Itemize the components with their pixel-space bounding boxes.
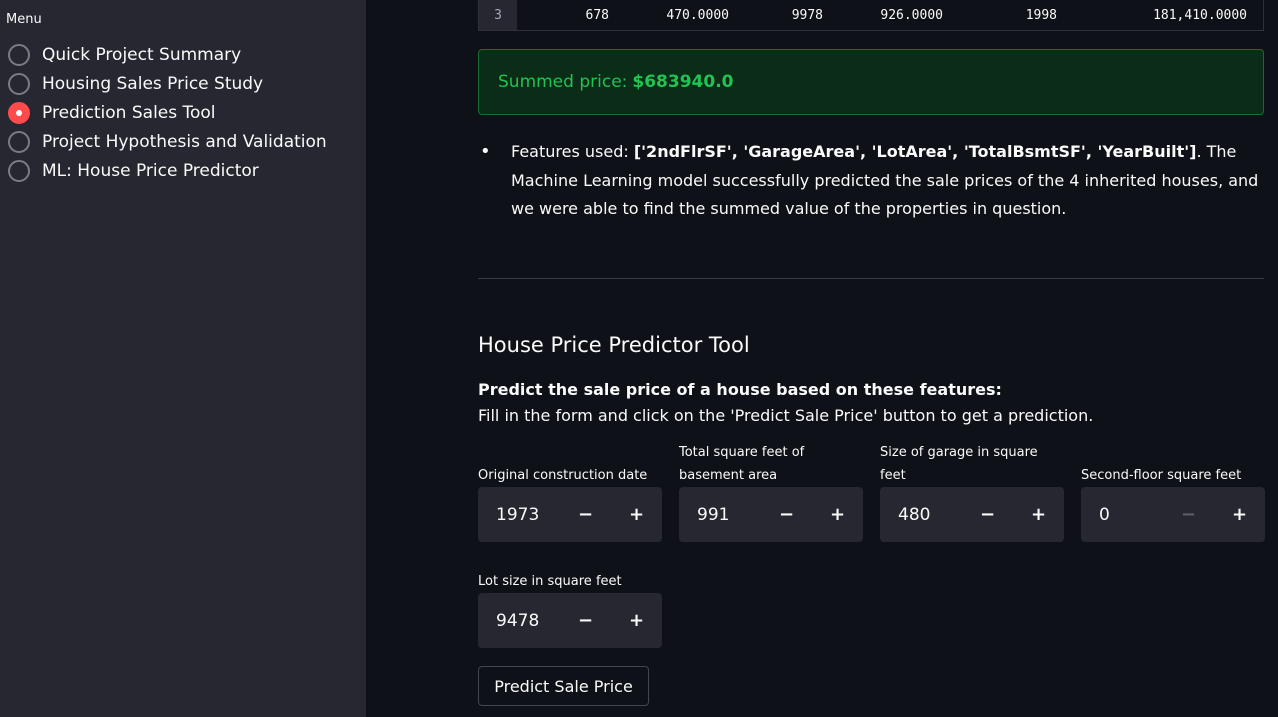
field-label: Second-floor square feet [1081, 468, 1242, 483]
field-label: Size of garage in square feet [880, 445, 1038, 483]
field-label: Total square feet of basement area [679, 445, 805, 483]
table-cell: 181,410.0000 [1153, 7, 1247, 23]
year-built-input[interactable]: 1973 [478, 505, 560, 525]
radio-icon[interactable] [8, 159, 30, 182]
menu-item-label: Prediction Sales Tool [42, 102, 216, 123]
table-cell: 1998 [1025, 7, 1057, 23]
bullet-icon: • [480, 141, 491, 162]
field-garage-area: Size of garage in square feet 480 − + [880, 441, 1064, 542]
features-note: • Features used: ['2ndFlrSF', 'GarageAre… [478, 138, 1264, 224]
radio-icon[interactable] [8, 43, 30, 66]
tool-subhead: Predict the sale price of a house based … [478, 380, 1002, 399]
features-note-text: Features used: ['2ndFlrSF', 'GarageArea'… [511, 138, 1264, 224]
menu-list: Quick Project Summary Housing Sales Pric… [8, 40, 327, 185]
menu-item-project-hypothesis[interactable]: Project Hypothesis and Validation [8, 127, 327, 156]
increment-button[interactable]: + [1214, 487, 1265, 542]
total-bsmt-sf-stepper: 991 − + [679, 487, 863, 542]
decrement-button[interactable]: − [560, 487, 611, 542]
row-index: 3 [479, 0, 517, 30]
menu-item-label: ML: House Price Predictor [42, 160, 259, 181]
decrement-button[interactable]: − [1163, 487, 1214, 542]
increment-button[interactable]: + [812, 487, 863, 542]
features-prefix: Features used: [511, 142, 629, 161]
second-floor-sf-stepper: 0 − + [1081, 487, 1265, 542]
summed-price-label: Summed price: [498, 72, 628, 92]
radio-icon[interactable] [8, 130, 30, 153]
field-total-bsmt-sf: Total square feet of basement area 991 −… [679, 441, 863, 542]
menu-title: Menu [6, 12, 42, 27]
radio-selected-icon[interactable] [8, 101, 30, 124]
summed-price-alert: Summed price: $683940.0 [478, 49, 1264, 115]
field-second-floor-sf: Second-floor square feet 0 − + [1081, 441, 1265, 542]
predict-sale-price-button[interactable]: Predict Sale Price [478, 666, 649, 706]
menu-item-ml-house-price-predictor[interactable]: ML: House Price Predictor [8, 156, 327, 185]
lot-area-input[interactable]: 9478 [478, 611, 560, 631]
menu-item-quick-project-summary[interactable]: Quick Project Summary [8, 40, 327, 69]
field-label: Lot size in square feet [478, 574, 622, 589]
features-list: ['2ndFlrSF', 'GarageArea', 'LotArea', 'T… [633, 142, 1197, 161]
tool-instructions: Fill in the form and click on the 'Predi… [478, 406, 1094, 425]
decrement-button[interactable]: − [761, 487, 812, 542]
menu-item-housing-sales-price-study[interactable]: Housing Sales Price Study [8, 69, 327, 98]
table-cell: 470.0000 [666, 7, 729, 23]
menu-item-prediction-sales-tool[interactable]: Prediction Sales Tool [8, 98, 327, 127]
decrement-button[interactable]: − [962, 487, 1013, 542]
table-row: 3 678 470.0000 9978 926.0000 1998 181,41… [478, 0, 1264, 31]
increment-button[interactable]: + [611, 593, 662, 648]
decrement-button[interactable]: − [560, 593, 611, 648]
increment-button[interactable]: + [1013, 487, 1064, 542]
summed-price-amount: $683940.0 [632, 72, 734, 92]
menu-item-label: Quick Project Summary [42, 44, 242, 65]
lot-area-stepper: 9478 − + [478, 593, 662, 648]
total-bsmt-sf-input[interactable]: 991 [679, 505, 761, 525]
tool-title: House Price Predictor Tool [478, 333, 750, 357]
garage-area-stepper: 480 − + [880, 487, 1064, 542]
menu-item-label: Housing Sales Price Study [42, 73, 264, 94]
radio-icon[interactable] [8, 72, 30, 95]
field-lot-area: Lot size in square feet 9478 − + [478, 547, 662, 648]
field-year-built: Original construction date 1973 − + [478, 441, 662, 542]
table-cell: 926.0000 [880, 7, 943, 23]
field-label: Original construction date [478, 468, 648, 483]
table-cell: 678 [585, 7, 609, 23]
garage-area-input[interactable]: 480 [880, 505, 962, 525]
second-floor-sf-input[interactable]: 0 [1081, 505, 1163, 525]
increment-button[interactable]: + [611, 487, 662, 542]
table-cell: 9978 [791, 7, 823, 23]
divider [478, 278, 1264, 279]
year-built-stepper: 1973 − + [478, 487, 662, 542]
sidebar: Menu Quick Project Summary Housing Sales… [0, 0, 366, 717]
menu-item-label: Project Hypothesis and Validation [42, 131, 327, 152]
